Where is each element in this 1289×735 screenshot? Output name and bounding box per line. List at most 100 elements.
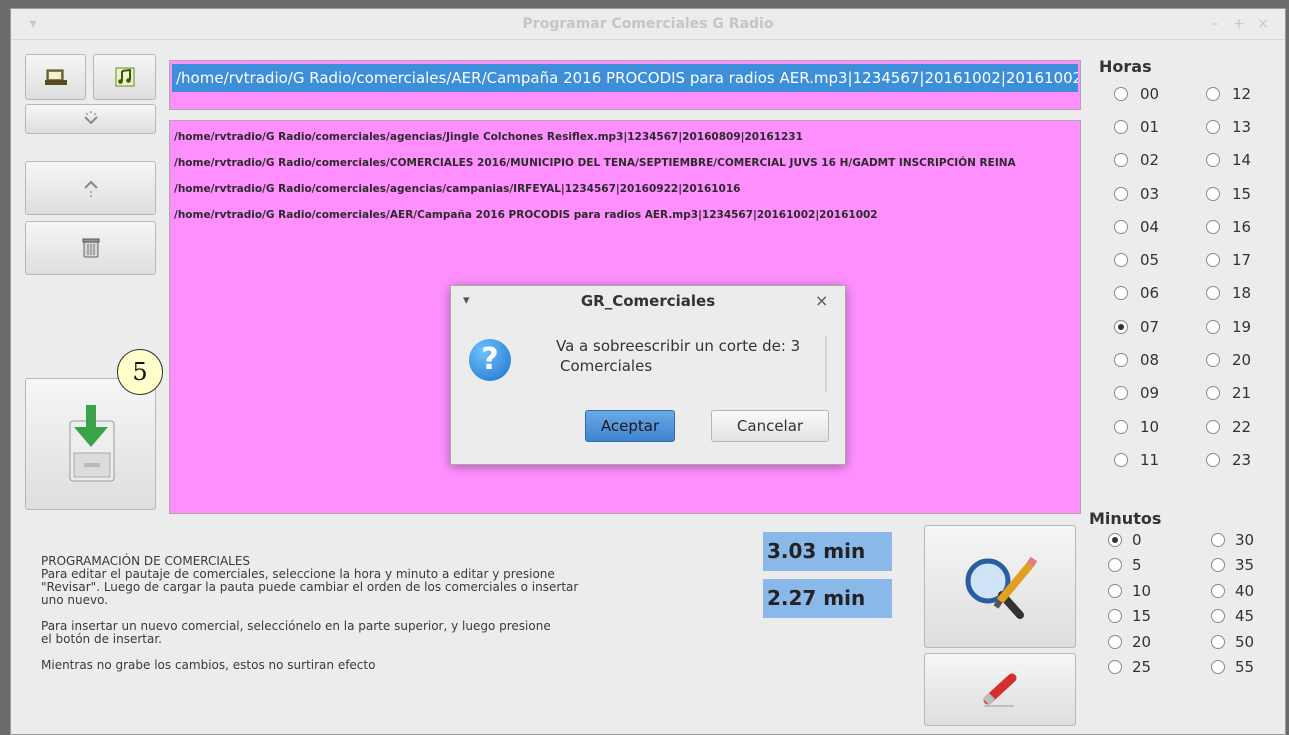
hour-option-22[interactable]: 22 xyxy=(1206,410,1286,443)
radio-button[interactable] xyxy=(1114,419,1128,434)
hour-option-06[interactable]: 06 xyxy=(1114,277,1194,310)
radio-button[interactable] xyxy=(1206,386,1220,401)
move-up-button[interactable] xyxy=(25,161,156,215)
edit-button[interactable] xyxy=(924,653,1076,726)
hour-option-04[interactable]: 04 xyxy=(1114,210,1194,243)
hour-option-00[interactable]: 00 xyxy=(1114,77,1194,110)
minute-option-25[interactable]: 25 xyxy=(1108,655,1188,681)
hour-option-09[interactable]: 09 xyxy=(1114,377,1194,410)
radio-button[interactable] xyxy=(1114,86,1128,101)
hour-option-label: 13 xyxy=(1232,117,1252,136)
radio-button[interactable] xyxy=(1114,153,1128,168)
hour-option-01[interactable]: 01 xyxy=(1114,110,1194,143)
cancel-button[interactable]: Cancelar xyxy=(711,410,829,442)
hour-option-17[interactable]: 17 xyxy=(1206,243,1286,276)
move-down-button[interactable] xyxy=(25,104,156,134)
maximize-button[interactable]: + xyxy=(1229,9,1249,39)
hour-option-20[interactable]: 20 xyxy=(1206,343,1286,376)
radio-button[interactable] xyxy=(1206,286,1220,301)
minute-option-45[interactable]: 45 xyxy=(1211,604,1289,630)
minute-option-15[interactable]: 15 xyxy=(1108,604,1188,630)
hour-option-07[interactable]: 07 xyxy=(1114,310,1194,343)
hour-option-19[interactable]: 19 xyxy=(1206,310,1286,343)
dialog-close-icon[interactable]: × xyxy=(815,286,828,316)
radio-button[interactable] xyxy=(1211,660,1225,675)
radio-button[interactable] xyxy=(1114,186,1128,201)
radio-button[interactable] xyxy=(1114,119,1128,134)
radio-button[interactable] xyxy=(1206,353,1220,368)
radio-button[interactable] xyxy=(1108,558,1122,573)
minute-option-label: 20 xyxy=(1132,632,1152,651)
radio-button[interactable] xyxy=(1211,558,1225,573)
hour-option-label: 19 xyxy=(1232,317,1252,336)
radio-button[interactable] xyxy=(1206,419,1220,434)
hour-option-03[interactable]: 03 xyxy=(1114,177,1194,210)
radio-button[interactable] xyxy=(1108,532,1122,547)
list-item[interactable]: /home/rvtradio/G Radio/comerciales/agenc… xyxy=(170,176,1080,202)
minute-option-0[interactable]: 0 xyxy=(1108,527,1188,553)
selected-commercial-field[interactable]: /home/rvtradio/G Radio/comerciales/AER/C… xyxy=(169,60,1081,110)
minute-option-10[interactable]: 10 xyxy=(1108,578,1188,604)
list-item[interactable]: /home/rvtradio/G Radio/comerciales/AER/C… xyxy=(170,202,1080,228)
radio-button[interactable] xyxy=(1211,634,1225,649)
hour-option-10[interactable]: 10 xyxy=(1114,410,1194,443)
insert-commercial-button[interactable] xyxy=(25,378,156,510)
radio-button[interactable] xyxy=(1211,532,1225,547)
hour-option-18[interactable]: 18 xyxy=(1206,277,1286,310)
radio-button[interactable] xyxy=(1206,86,1220,101)
radio-button[interactable] xyxy=(1114,253,1128,268)
delete-button[interactable] xyxy=(25,221,156,275)
minute-option-55[interactable]: 55 xyxy=(1211,655,1289,681)
hour-option-05[interactable]: 05 xyxy=(1114,243,1194,276)
radio-button[interactable] xyxy=(1114,452,1128,467)
radio-button[interactable] xyxy=(1206,253,1220,268)
list-item[interactable]: /home/rvtradio/G Radio/comerciales/agenc… xyxy=(170,124,1080,150)
music-file-button[interactable] xyxy=(93,54,156,100)
radio-button[interactable] xyxy=(1206,153,1220,168)
radio-button[interactable] xyxy=(1108,634,1122,649)
hour-option-label: 05 xyxy=(1140,251,1160,270)
radio-button[interactable] xyxy=(1206,186,1220,201)
radio-button[interactable] xyxy=(1114,353,1128,368)
radio-button[interactable] xyxy=(1211,609,1225,624)
radio-button[interactable] xyxy=(1206,319,1220,334)
radio-button[interactable] xyxy=(1108,660,1122,675)
list-item[interactable]: /home/rvtradio/G Radio/comerciales/COMER… xyxy=(170,150,1080,176)
minute-option-5[interactable]: 5 xyxy=(1108,553,1188,579)
hour-option-16[interactable]: 16 xyxy=(1206,210,1286,243)
accept-button[interactable]: Aceptar xyxy=(585,410,675,442)
hour-option-21[interactable]: 21 xyxy=(1206,377,1286,410)
radio-button[interactable] xyxy=(1114,319,1128,334)
radio-button[interactable] xyxy=(1206,452,1220,467)
radio-button[interactable] xyxy=(1114,286,1128,301)
hour-option-23[interactable]: 23 xyxy=(1206,443,1286,476)
review-button[interactable] xyxy=(924,525,1076,648)
minute-option-35[interactable]: 35 xyxy=(1211,553,1289,579)
radio-button[interactable] xyxy=(1114,219,1128,234)
radio-button[interactable] xyxy=(1206,219,1220,234)
minute-option-label: 45 xyxy=(1235,607,1255,626)
hour-option-13[interactable]: 13 xyxy=(1206,110,1286,143)
hour-option-08[interactable]: 08 xyxy=(1114,343,1194,376)
window-menu-icon[interactable]: ▾ xyxy=(23,9,43,39)
radio-button[interactable] xyxy=(1108,583,1122,598)
radio-button[interactable] xyxy=(1114,386,1128,401)
hour-option-11[interactable]: 11 xyxy=(1114,443,1194,476)
close-window-button[interactable]: × xyxy=(1253,9,1273,39)
minute-option-50[interactable]: 50 xyxy=(1211,629,1289,655)
open-folder-button[interactable] xyxy=(25,54,86,100)
magnifier-pencil-icon xyxy=(965,556,1038,619)
hour-option-14[interactable]: 14 xyxy=(1206,144,1286,177)
radio-button[interactable] xyxy=(1206,119,1220,134)
minute-option-20[interactable]: 20 xyxy=(1108,629,1188,655)
radio-button[interactable] xyxy=(1108,609,1122,624)
hour-option-label: 18 xyxy=(1232,284,1252,303)
hour-option-02[interactable]: 02 xyxy=(1114,144,1194,177)
radio-button[interactable] xyxy=(1211,583,1225,598)
minimize-button[interactable]: – xyxy=(1205,9,1225,39)
instructions-line: el botón de insertar. xyxy=(41,632,162,646)
hour-option-15[interactable]: 15 xyxy=(1206,177,1286,210)
minute-option-40[interactable]: 40 xyxy=(1211,578,1289,604)
hour-option-12[interactable]: 12 xyxy=(1206,77,1286,110)
minute-option-30[interactable]: 30 xyxy=(1211,527,1289,553)
